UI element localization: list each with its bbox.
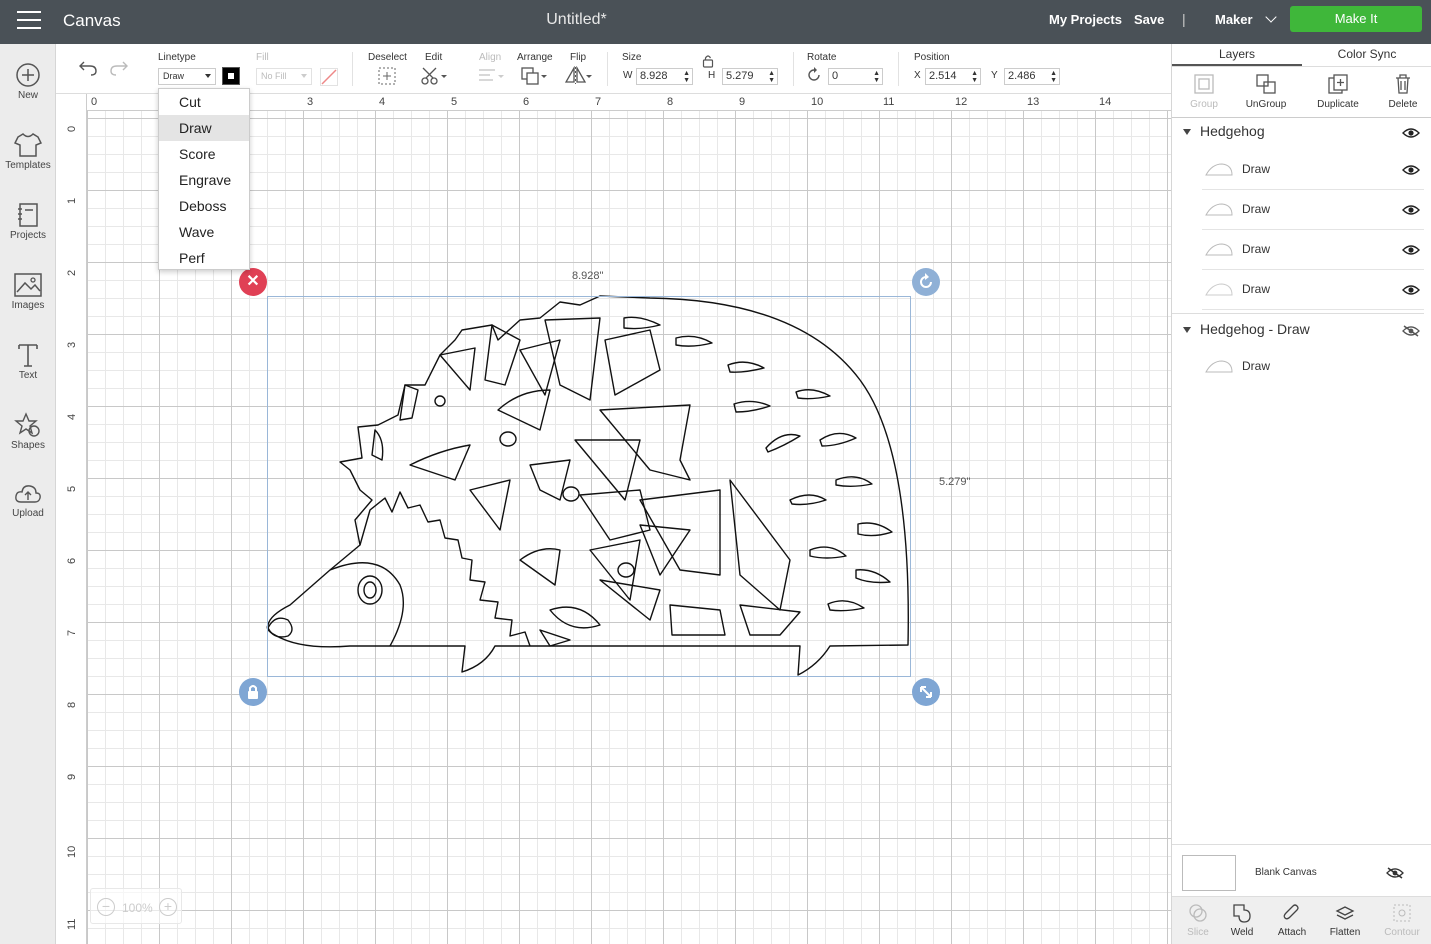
lock-handle-icon[interactable] xyxy=(239,678,267,706)
layer-name: Draw xyxy=(1242,202,1271,216)
duplicate-label: Duplicate xyxy=(1317,99,1359,110)
zoom-out-icon[interactable]: − xyxy=(97,898,115,916)
linetype-option-draw[interactable]: Draw xyxy=(159,115,249,141)
slice-icon xyxy=(1189,904,1207,922)
duplicate-icon xyxy=(1328,74,1348,94)
eye-hidden-icon[interactable] xyxy=(1386,867,1404,879)
ungroup-icon xyxy=(1256,74,1276,94)
eye-visible-icon[interactable] xyxy=(1402,204,1420,216)
group-icon xyxy=(1194,74,1214,94)
rotate-arrow-icon xyxy=(920,273,932,288)
delete-button[interactable]: Delete xyxy=(1371,69,1431,110)
collapse-triangle-icon[interactable] xyxy=(1183,327,1191,333)
duplicate-button[interactable]: Duplicate xyxy=(1306,69,1370,110)
collapse-triangle-icon[interactable] xyxy=(1183,129,1191,135)
layer-actions-bar: Slice Weld Attach Flatten Contour xyxy=(1172,896,1431,944)
flatten-label: Flatten xyxy=(1329,927,1361,938)
layer-group-name: Hedgehog xyxy=(1200,123,1265,139)
contour-label: Contour xyxy=(1384,927,1420,938)
blank-canvas-label: Blank Canvas xyxy=(1255,867,1317,878)
group-button[interactable]: Group xyxy=(1172,69,1236,110)
layer-name: Draw xyxy=(1242,282,1271,296)
linetype-option-score[interactable]: Score xyxy=(159,141,249,167)
attach-button[interactable]: Attach xyxy=(1266,903,1318,938)
delete-label: Delete xyxy=(1388,99,1418,110)
slice-label: Slice xyxy=(1187,927,1209,938)
ungroup-label: UnGroup xyxy=(1245,99,1287,110)
weld-icon xyxy=(1233,904,1251,923)
linetype-option-perf[interactable]: Perf xyxy=(159,245,249,271)
paperclip-icon xyxy=(1283,904,1299,920)
layer-row[interactable]: Draw xyxy=(1202,347,1424,387)
layer-name: Draw xyxy=(1242,162,1271,176)
tab-layers[interactable]: Layers xyxy=(1172,44,1302,66)
group-label: Group xyxy=(1190,99,1218,110)
canvas-swatch[interactable] xyxy=(1182,855,1236,891)
tab-color-sync[interactable]: Color Sync xyxy=(1302,44,1431,66)
blank-canvas-row: Blank Canvas xyxy=(1172,844,1431,896)
layers-panel: Layers Color Sync Group UnGroup Duplicat… xyxy=(1171,44,1431,944)
layer-row[interactable]: Draw xyxy=(1202,190,1424,230)
eye-hidden-icon[interactable] xyxy=(1402,325,1420,337)
resize-arrow-icon xyxy=(920,686,932,698)
delete-handle-close-icon[interactable]: ✕ xyxy=(239,268,267,296)
contour-button[interactable]: Contour xyxy=(1376,903,1428,938)
linetype-option-engrave[interactable]: Engrave xyxy=(159,167,249,193)
linetype-option-wave[interactable]: Wave xyxy=(159,219,249,245)
layer-thumbnail xyxy=(1205,283,1233,296)
eye-visible-icon[interactable] xyxy=(1402,244,1420,256)
linetype-dropdown-menu: Cut Draw Score Engrave Deboss Wave Perf xyxy=(158,88,250,270)
layer-group-name: Hedgehog - Draw xyxy=(1200,321,1310,337)
rotate-handle-icon[interactable] xyxy=(912,268,940,296)
linetype-option-cut[interactable]: Cut xyxy=(159,89,249,115)
layer-name: Draw xyxy=(1242,359,1271,373)
layer-tools: Group UnGroup Duplicate Delete xyxy=(1172,66,1431,118)
zoom-control: − 100% + xyxy=(90,888,182,924)
layer-thumbnail xyxy=(1205,243,1233,256)
contour-icon xyxy=(1393,904,1411,922)
layer-group-hedgehog-draw[interactable]: Hedgehog - Draw xyxy=(1172,313,1424,347)
layer-group-hedgehog[interactable]: Hedgehog xyxy=(1172,116,1424,150)
zoom-level: 100% xyxy=(122,901,153,915)
flatten-button[interactable]: Flatten xyxy=(1319,903,1371,938)
width-dimension-label: 8.928" xyxy=(572,270,604,282)
layer-thumbnail xyxy=(1205,203,1233,216)
ungroup-button[interactable]: UnGroup xyxy=(1234,69,1298,110)
linetype-option-deboss[interactable]: Deboss xyxy=(159,193,249,219)
layer-name: Draw xyxy=(1242,242,1271,256)
resize-handle-icon[interactable] xyxy=(912,678,940,706)
layer-row[interactable]: Draw xyxy=(1202,270,1424,310)
height-dimension-label: 5.279" xyxy=(939,476,971,488)
layer-thumbnail xyxy=(1205,163,1233,176)
layer-thumbnail xyxy=(1205,360,1233,373)
weld-label: Weld xyxy=(1230,927,1254,938)
weld-button[interactable]: Weld xyxy=(1216,903,1268,938)
eye-visible-icon[interactable] xyxy=(1402,164,1420,176)
layer-row[interactable]: Draw xyxy=(1202,230,1424,270)
selection-bounding-box[interactable] xyxy=(267,296,911,677)
layer-row[interactable]: Draw xyxy=(1202,150,1424,190)
eye-visible-icon[interactable] xyxy=(1402,284,1420,296)
zoom-in-icon[interactable]: + xyxy=(159,898,177,916)
lock-icon xyxy=(248,685,258,699)
flatten-icon xyxy=(1335,906,1355,920)
attach-label: Attach xyxy=(1277,927,1307,938)
eye-visible-icon[interactable] xyxy=(1402,127,1420,139)
trash-icon xyxy=(1396,74,1410,94)
